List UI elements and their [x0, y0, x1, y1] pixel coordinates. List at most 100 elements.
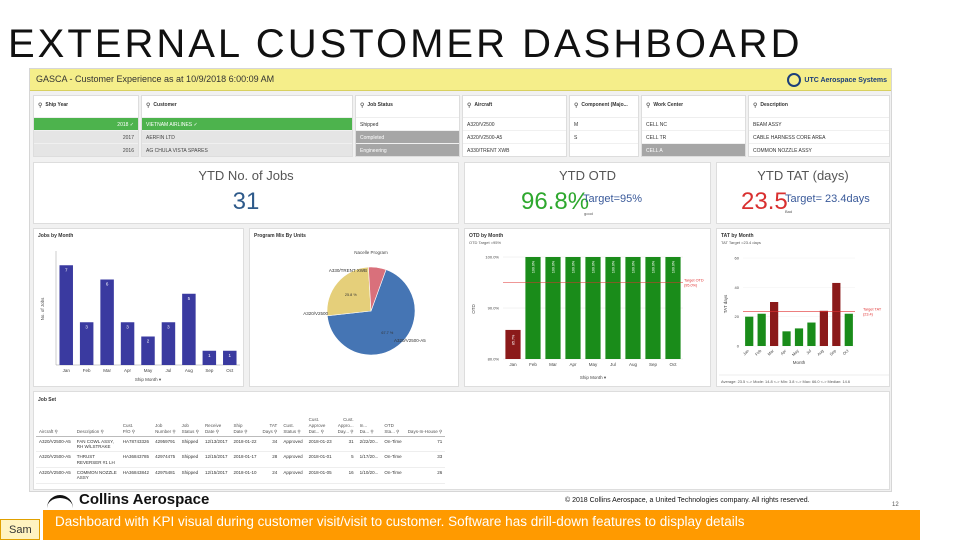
search-icon[interactable]: ⚲ [194, 429, 199, 434]
data-label-otd-oct: 100.0% [672, 260, 676, 273]
dashboard-screenshot: GASCA - Customer Experience as at 10/9/2… [29, 68, 892, 492]
column-header-cust-approve-dat[interactable]: Cust. Approve Dat... ⚲ [305, 416, 335, 437]
panel-jobs-by-month[interactable]: Jobs by Month 7 Jan 3 Feb 6 Mar 3 Apr 2 May 3 Jul 5 A… [33, 228, 244, 387]
filter-item[interactable]: CELL TR [642, 131, 745, 144]
column-header-aircraft[interactable]: Aircraft ⚲ [36, 416, 74, 437]
kpi-tat[interactable]: YTD TAT (days) 23.5 Target= 23.4days Bad [716, 162, 890, 224]
filter-item[interactable]: CELL A [642, 144, 745, 156]
filter-item[interactable]: AERFIN LTD [142, 131, 352, 144]
filter-item[interactable]: 2017 [34, 131, 138, 144]
column-header-otd-sta[interactable]: OTD Sta... ⚲ [381, 416, 405, 437]
search-icon[interactable]: ⚲ [360, 102, 364, 117]
tick-label-jobs-jul: Jul [166, 368, 172, 373]
filter-header[interactable]: ⚲ Aircraft [463, 96, 566, 118]
filter-item[interactable]: Completed [356, 131, 459, 144]
panel-otd-by-month[interactable]: OTD by Month OTD Target =95% 100.0% 90.0%… [464, 228, 711, 387]
filter-header[interactable]: ⚲ Work Center [642, 96, 745, 118]
y-tick-tat: 40 [735, 285, 740, 290]
filter-item[interactable]: M [570, 118, 638, 131]
column-header-receive-date[interactable]: Receive Date ⚲ [201, 416, 231, 437]
y-axis-label-tat: TAT days [723, 294, 728, 313]
table-cell: COMMON NOZZLE ASSY [73, 467, 120, 484]
filter-item[interactable]: S [570, 131, 638, 144]
tick-label-tat-feb: Feb [754, 348, 763, 357]
filter-item[interactable]: A320/V2500-A5 [463, 131, 566, 144]
filter-item[interactable]: A330/TRENT XWB [463, 144, 566, 156]
search-icon[interactable]: ⚲ [349, 429, 353, 434]
filter-ship-year[interactable]: ⚲ Ship Year 2018 ✓ 2017 2016 [33, 95, 139, 157]
filter-header[interactable]: ⚲ Component (Majo... [570, 96, 638, 118]
column-header-job-status[interactable]: Job Status ⚲ [178, 416, 202, 437]
search-icon[interactable]: ⚲ [369, 429, 373, 434]
bar-jobs-aug [182, 293, 196, 365]
search-icon[interactable]: ⚲ [574, 102, 578, 117]
filter-item[interactable]: Shipped [356, 118, 459, 131]
panel-program-mix[interactable]: Program Mix By Units Nacelle Program 67.7… [249, 228, 459, 387]
column-header-cust-status[interactable]: Cust. Status ⚲ [280, 416, 306, 437]
column-header-cust-p-o[interactable]: Cust. P/O ⚲ [119, 416, 153, 437]
search-icon[interactable]: ⚲ [273, 429, 277, 434]
filter-item[interactable]: A320/V2500 [463, 118, 566, 131]
search-icon[interactable]: ⚲ [296, 429, 300, 434]
filter-item[interactable]: 2018 ✓ [34, 118, 138, 131]
filter-item[interactable]: AG CHULA VISTA SPARES [142, 144, 352, 156]
y-tick-otd: 90.0% [488, 306, 500, 311]
filter-customer[interactable]: ⚲ Customer VIETNAM AIRLINES ✓ AERFIN LTD AG … [141, 95, 353, 157]
search-icon[interactable]: ⚲ [131, 429, 135, 434]
column-header-ship-date[interactable]: Ship Date ⚲ [230, 416, 260, 437]
kpi-otd-value: 96.8% [521, 188, 590, 215]
table-cell: 12/15/2017 [201, 467, 231, 484]
panel-tat-by-month[interactable]: TAT by Month TAT Target =23.4 days 0 20 40… [716, 228, 890, 387]
search-icon[interactable]: ⚲ [214, 429, 219, 434]
table-row[interactable]: A320/V2500-A5 FAN COWL ASSY, RH W/LSTRAKE… [36, 436, 446, 453]
table-cell: 24 [259, 467, 281, 484]
search-icon[interactable]: ⚲ [395, 429, 399, 434]
filter-item[interactable]: CELL NC [642, 118, 745, 131]
bar-tat-oct [844, 313, 853, 346]
column-header-tat-days[interactable]: TAT Days ⚲ [259, 416, 281, 437]
bar-tat-may [794, 328, 804, 346]
filter-item[interactable]: 2016 [34, 144, 138, 156]
search-icon[interactable]: ⚲ [243, 429, 247, 434]
filter-header[interactable]: ⚲ Description [749, 96, 889, 118]
filter-header[interactable]: ⚲ Job Status [356, 96, 459, 118]
filter-header[interactable]: ⚲ Customer [142, 96, 352, 118]
search-icon[interactable]: ⚲ [38, 102, 42, 117]
table-cell: 1/17/20... [356, 451, 382, 469]
column-header-job-number[interactable]: Job Number ⚲ [152, 416, 179, 437]
dashboard-header: GASCA - Customer Experience as at 10/9/2… [30, 69, 891, 91]
pie-value-a320-v2500-a5: 67.7 % [381, 331, 393, 335]
column-header-days-in-house[interactable]: Days-In-House ⚲ [404, 416, 446, 437]
filter-job-status[interactable]: ⚲ Job Status Shipped Completed Engineering [355, 95, 460, 157]
tick-label-tat-sep: Sep [828, 348, 837, 357]
tick-label-jobs-may: May [144, 368, 153, 373]
search-icon[interactable]: ⚲ [53, 429, 58, 434]
filter-component-majo[interactable]: ⚲ Component (Majo... M S [569, 95, 639, 157]
table-cell: 2018-01-23 [305, 436, 335, 453]
search-icon[interactable]: ⚲ [171, 429, 175, 434]
column-header-description[interactable]: Description ⚲ [73, 416, 120, 437]
filter-item[interactable]: BEAM ASSY [749, 118, 889, 131]
filter-item[interactable]: CABLE HARNESS CORE AREA [749, 131, 889, 144]
table-row[interactable]: A320/V2500-A5 THRUST REVERSER #1 LH HA3684… [36, 451, 446, 469]
column-header-in-da[interactable]: In... Da... ⚲ [356, 416, 382, 437]
search-icon[interactable]: ⚲ [99, 429, 104, 434]
filter-item[interactable]: COMMON NOZZLE ASSY [749, 144, 889, 156]
table-cell: Shipped [178, 436, 202, 453]
filter-item[interactable]: VIETNAM AIRLINES ✓ [142, 118, 352, 131]
search-icon[interactable]: ⚲ [319, 429, 324, 434]
filter-work-center[interactable]: ⚲ Work Center CELL NC CELL TR CELL A [641, 95, 746, 157]
filter-aircraft[interactable]: ⚲ Aircraft A320/V2500 A320/V2500-A5 A330/TRE… [462, 95, 567, 157]
table-row[interactable]: A320/V2500-A5 COMMON NOZZLE ASSY HA3684384… [36, 467, 446, 484]
search-icon[interactable]: ⚲ [146, 102, 150, 117]
search-icon[interactable]: ⚲ [646, 102, 650, 117]
column-header-cust-appro-day[interactable]: Cust. Appro... Day... ⚲ [334, 416, 357, 437]
filter-description[interactable]: ⚲ Description BEAM ASSY CABLE HARNESS CORE … [748, 95, 890, 157]
kpi-jobs[interactable]: YTD No. of Jobs 31 [33, 162, 459, 224]
filter-header[interactable]: ⚲ Ship Year [34, 96, 138, 118]
kpi-otd[interactable]: YTD OTD 96.8% Target=95% good [464, 162, 711, 224]
search-icon[interactable]: ⚲ [438, 429, 442, 434]
search-icon[interactable]: ⚲ [467, 102, 471, 117]
filter-item[interactable]: Engineering [356, 144, 459, 156]
search-icon[interactable]: ⚲ [753, 102, 757, 117]
